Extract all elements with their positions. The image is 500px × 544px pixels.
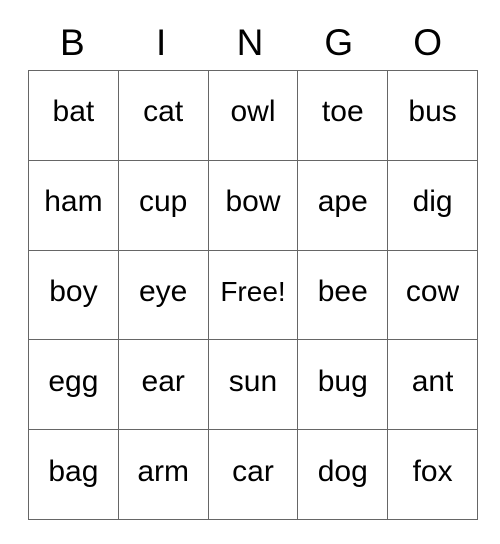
bingo-cell-label: cow bbox=[405, 276, 460, 307]
bingo-row: ham cup bow ape dig bbox=[28, 159, 478, 251]
bingo-cell[interactable]: boy bbox=[28, 249, 119, 341]
bingo-cell[interactable]: toe bbox=[297, 70, 389, 161]
bingo-cell-label: sun bbox=[228, 366, 278, 397]
bingo-cell-label: bag bbox=[48, 456, 99, 487]
bingo-cell-label: dig bbox=[412, 187, 453, 218]
bingo-cell-label: boy bbox=[49, 276, 98, 307]
bingo-cell[interactable]: dog bbox=[297, 429, 389, 520]
bingo-header-letter-g: G bbox=[324, 21, 354, 63]
bingo-header-letter-n: N bbox=[236, 21, 264, 63]
bingo-cell-label: ear bbox=[141, 366, 185, 397]
bingo-cell-label: bow bbox=[225, 187, 281, 218]
bingo-cell[interactable]: bus bbox=[387, 70, 478, 161]
bingo-cell[interactable]: bee bbox=[297, 249, 389, 341]
bingo-grid: bat cat owl toe bus ham cup bow ape dig … bbox=[28, 70, 478, 520]
bingo-cell-label: toe bbox=[321, 97, 364, 128]
bingo-header-letter-i: I bbox=[156, 21, 167, 63]
bingo-cell[interactable]: bat bbox=[28, 70, 119, 161]
bingo-cell-label: car bbox=[232, 456, 274, 487]
bingo-cell-label: ape bbox=[317, 187, 368, 218]
bingo-cell-label: ant bbox=[411, 366, 454, 397]
bingo-cell-label: egg bbox=[48, 366, 99, 397]
bingo-cell-label: cup bbox=[139, 187, 188, 218]
bingo-cell-label: bug bbox=[317, 366, 368, 397]
bingo-cell-label: Free! bbox=[220, 277, 286, 306]
bingo-cell-label: ham bbox=[44, 187, 103, 218]
bingo-card: B I N G O bat cat owl toe bus ham cup bo… bbox=[28, 14, 478, 520]
bingo-header-letter-o: O bbox=[413, 21, 442, 63]
bingo-cell[interactable]: bag bbox=[28, 429, 119, 520]
bingo-row: bag arm car dog fox bbox=[28, 429, 478, 520]
bingo-cell[interactable]: ant bbox=[387, 339, 478, 431]
bingo-cell[interactable]: owl bbox=[207, 70, 299, 161]
bingo-cell-label: bus bbox=[408, 97, 457, 128]
bingo-row: boy eye Free! bee cow bbox=[28, 249, 478, 341]
bingo-row: bat cat owl toe bus bbox=[28, 70, 478, 161]
bingo-cell-label: fox bbox=[412, 456, 453, 487]
bingo-row: egg ear sun bug ant bbox=[28, 339, 478, 431]
bingo-header-row: B I N G O bbox=[28, 14, 472, 70]
bingo-cell-label: dog bbox=[317, 456, 368, 487]
bingo-cell[interactable]: bow bbox=[207, 159, 299, 251]
bingo-cell-free-space[interactable]: Free! bbox=[207, 249, 299, 341]
bingo-cell-label: bat bbox=[52, 97, 95, 128]
bingo-cell[interactable]: sun bbox=[207, 339, 299, 431]
bingo-cell[interactable]: fox bbox=[387, 429, 478, 520]
bingo-cell[interactable]: ear bbox=[117, 339, 209, 431]
bingo-cell[interactable]: ham bbox=[28, 159, 119, 251]
bingo-header-letter-b: B bbox=[60, 21, 85, 63]
bingo-cell[interactable]: eye bbox=[117, 249, 209, 341]
bingo-cell[interactable]: dig bbox=[387, 159, 478, 251]
bingo-cell[interactable]: bug bbox=[297, 339, 389, 431]
bingo-cell-label: bee bbox=[317, 276, 368, 307]
bingo-cell[interactable]: cat bbox=[117, 70, 209, 161]
bingo-cell[interactable]: car bbox=[207, 429, 299, 520]
bingo-cell[interactable]: cow bbox=[387, 249, 478, 341]
bingo-cell-label: owl bbox=[230, 97, 276, 128]
bingo-cell[interactable]: arm bbox=[117, 429, 209, 520]
bingo-cell[interactable]: egg bbox=[28, 339, 119, 431]
bingo-cell-label: arm bbox=[137, 456, 190, 487]
bingo-cell[interactable]: cup bbox=[117, 159, 209, 251]
bingo-cell-label: cat bbox=[143, 97, 184, 128]
bingo-cell-label: eye bbox=[139, 276, 188, 307]
bingo-cell[interactable]: ape bbox=[297, 159, 389, 251]
